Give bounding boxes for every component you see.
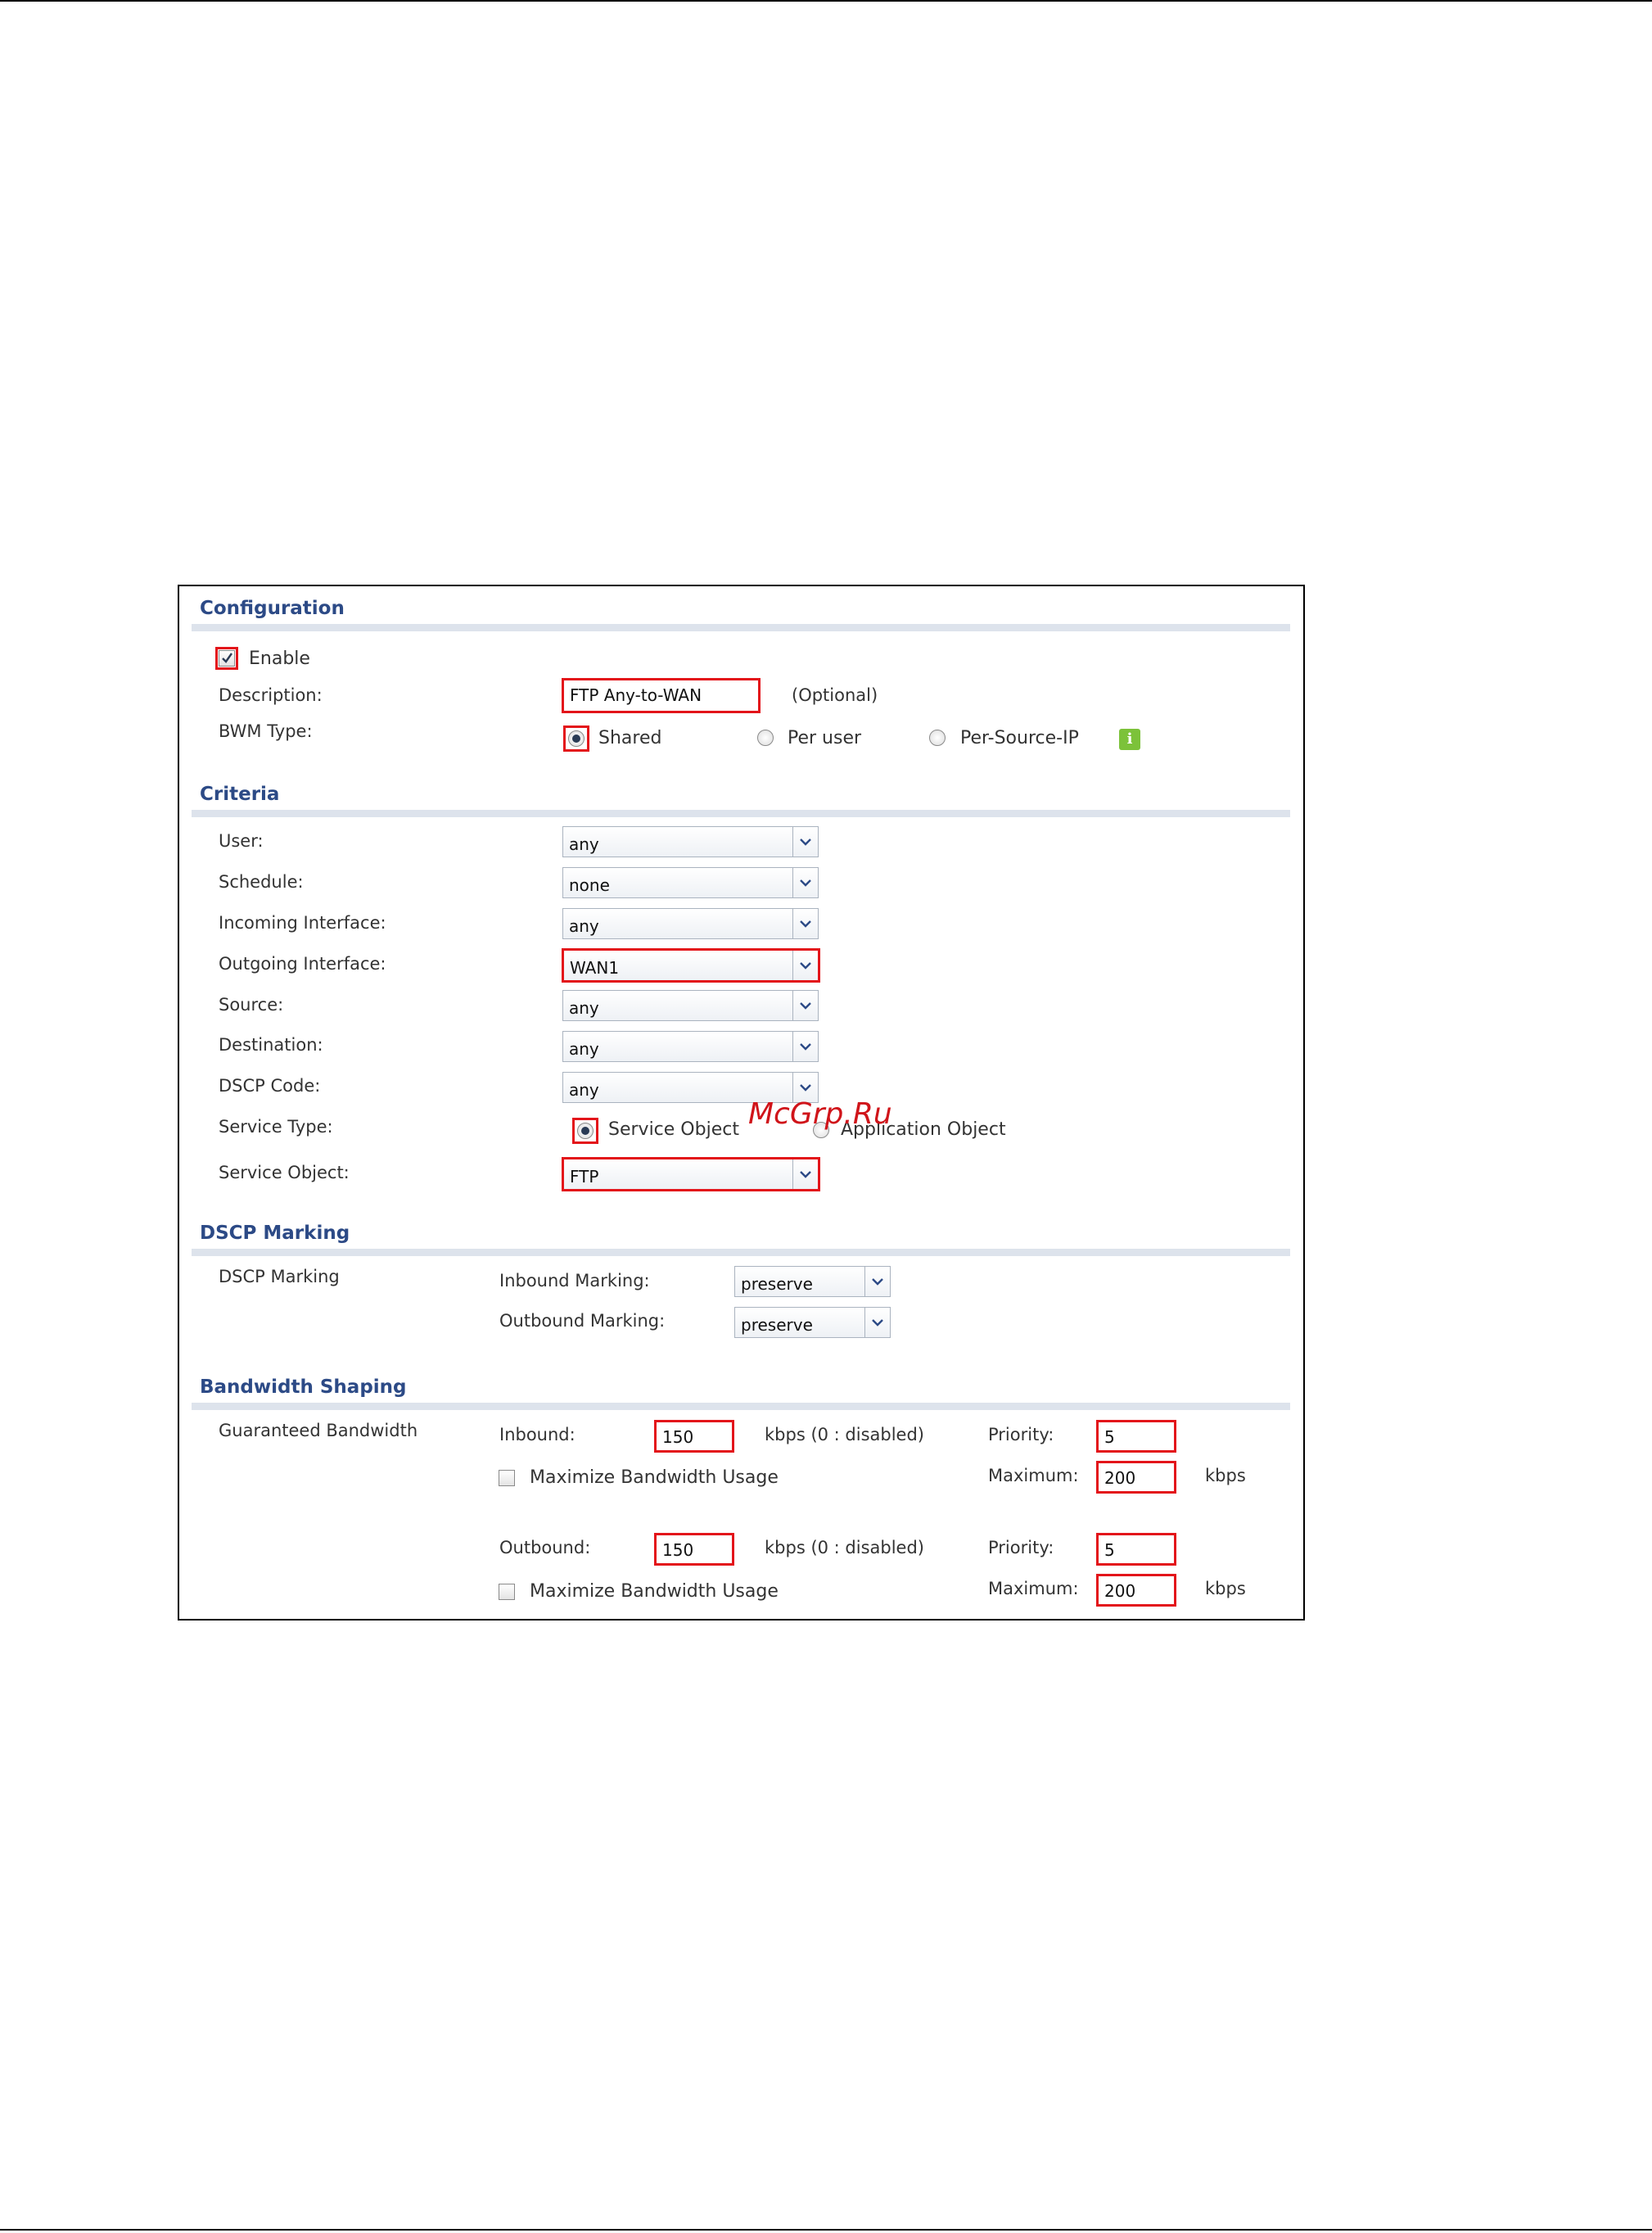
- inbound-priority-label: Priority:: [988, 1425, 1054, 1444]
- schedule-select[interactable]: none: [562, 867, 819, 898]
- chevron-down-icon[interactable]: [792, 868, 818, 897]
- outbound-maximum-input[interactable]: 200: [1096, 1574, 1176, 1607]
- service-object-radio-highlight[interactable]: [572, 1118, 598, 1144]
- source-select[interactable]: any: [562, 990, 819, 1021]
- user-select[interactable]: any: [562, 826, 819, 857]
- inbound-unit-label: kbps (0 : disabled): [765, 1425, 924, 1444]
- outgoing-interface-select[interactable]: WAN1: [562, 948, 820, 983]
- chevron-down-icon[interactable]: [792, 951, 818, 980]
- chevron-down-icon[interactable]: [864, 1308, 890, 1337]
- checkbox-icon[interactable]: [219, 650, 235, 667]
- inbound-bandwidth-input[interactable]: 150: [654, 1420, 734, 1453]
- bwm-option-per-user: Per user: [788, 728, 862, 748]
- inbound-maximize-checkbox[interactable]: [499, 1470, 515, 1486]
- outbound-maximize-checkbox[interactable]: [499, 1584, 515, 1600]
- schedule-select-value: none: [569, 875, 610, 895]
- bwm-option-shared: Shared: [598, 728, 662, 748]
- service-object-select[interactable]: FTP: [562, 1157, 820, 1191]
- outbound-marking-select[interactable]: preserve: [734, 1307, 891, 1338]
- chevron-down-icon[interactable]: [864, 1267, 890, 1296]
- section-bar: [192, 1249, 1290, 1256]
- bwm-per-source-ip-radio[interactable]: [929, 730, 946, 746]
- outbound-maximum-unit: kbps: [1205, 1579, 1246, 1598]
- outbound-priority-input[interactable]: 5: [1096, 1533, 1176, 1566]
- outbound-unit-label: kbps (0 : disabled): [765, 1538, 924, 1557]
- enable-label: Enable: [249, 649, 310, 669]
- info-icon[interactable]: i: [1119, 729, 1140, 750]
- outbound-maximum-label: Maximum:: [988, 1579, 1079, 1598]
- user-label: User:: [219, 831, 264, 851]
- enable-checkbox-highlight[interactable]: [215, 647, 238, 670]
- chevron-down-icon[interactable]: [792, 1032, 818, 1061]
- inbound-maximum-input[interactable]: 200: [1096, 1461, 1176, 1494]
- section-bar: [192, 810, 1290, 817]
- description-input[interactable]: FTP Any-to-WAN: [562, 678, 761, 713]
- inbound-maximum-unit: kbps: [1205, 1466, 1246, 1485]
- section-title-configuration: Configuration: [200, 598, 345, 619]
- dscp-code-select-value: any: [569, 1080, 599, 1100]
- guaranteed-bandwidth-label: Guaranteed Bandwidth: [219, 1421, 418, 1440]
- top-rule: [0, 0, 1652, 2]
- outbound-marking-value: preserve: [741, 1315, 813, 1335]
- outgoing-interface-label: Outgoing Interface:: [219, 954, 386, 974]
- section-bar: [192, 1403, 1290, 1410]
- dscp-code-label: DSCP Code:: [219, 1076, 321, 1096]
- inbound-maximize-label: Maximize Bandwidth Usage: [530, 1467, 779, 1488]
- destination-select[interactable]: any: [562, 1031, 819, 1062]
- bwm-config-panel: Configuration Enable Description: FTP An…: [178, 585, 1305, 1621]
- outbound-marking-label: Outbound Marking:: [499, 1311, 666, 1331]
- inbound-marking-value: preserve: [741, 1274, 813, 1294]
- incoming-interface-select[interactable]: any: [562, 908, 819, 939]
- chevron-down-icon[interactable]: [792, 827, 818, 857]
- chevron-down-icon[interactable]: [792, 991, 818, 1020]
- section-title-criteria: Criteria: [200, 784, 280, 805]
- dscp-marking-row-label: DSCP Marking: [219, 1267, 340, 1286]
- bottom-rule: [0, 2229, 1652, 2231]
- inbound-priority-input[interactable]: 5: [1096, 1420, 1176, 1453]
- bwm-shared-radio-highlight[interactable]: [563, 725, 589, 752]
- radio-icon[interactable]: [568, 730, 585, 747]
- description-label: Description:: [219, 685, 323, 705]
- user-select-value: any: [569, 834, 599, 854]
- schedule-label: Schedule:: [219, 872, 304, 892]
- description-optional-hint: (Optional): [792, 685, 878, 705]
- destination-select-value: any: [569, 1039, 599, 1059]
- outgoing-interface-value: WAN1: [570, 958, 620, 978]
- inbound-marking-select[interactable]: preserve: [734, 1266, 891, 1297]
- inbound-marking-label: Inbound Marking:: [499, 1271, 650, 1291]
- incoming-interface-value: any: [569, 916, 599, 936]
- service-type-option-service-object: Service Object: [608, 1119, 739, 1140]
- chevron-down-icon[interactable]: [792, 909, 818, 938]
- section-title-dscp-marking: DSCP Marking: [200, 1223, 350, 1244]
- service-object-label: Service Object:: [219, 1163, 350, 1182]
- bwm-type-label: BWM Type:: [219, 721, 313, 741]
- radio-icon[interactable]: [577, 1123, 594, 1139]
- section-bar: [192, 624, 1290, 631]
- destination-label: Destination:: [219, 1035, 323, 1055]
- bwm-per-user-radio[interactable]: [757, 730, 774, 746]
- source-label: Source:: [219, 995, 284, 1015]
- outbound-priority-label: Priority:: [988, 1538, 1054, 1557]
- service-object-value: FTP: [570, 1167, 599, 1187]
- chevron-down-icon[interactable]: [792, 1159, 818, 1189]
- service-type-label: Service Type:: [219, 1117, 333, 1137]
- section-title-bandwidth-shaping: Bandwidth Shaping: [200, 1376, 407, 1398]
- incoming-interface-label: Incoming Interface:: [219, 913, 386, 933]
- outbound-maximize-label: Maximize Bandwidth Usage: [530, 1581, 779, 1602]
- watermark-text: McGrp.Ru: [748, 1097, 892, 1131]
- outbound-label: Outbound:: [499, 1538, 591, 1557]
- inbound-label: Inbound:: [499, 1425, 575, 1444]
- inbound-maximum-label: Maximum:: [988, 1466, 1079, 1485]
- bwm-option-per-source-ip: Per-Source-IP: [960, 728, 1079, 748]
- source-select-value: any: [569, 998, 599, 1018]
- outbound-bandwidth-input[interactable]: 150: [654, 1533, 734, 1566]
